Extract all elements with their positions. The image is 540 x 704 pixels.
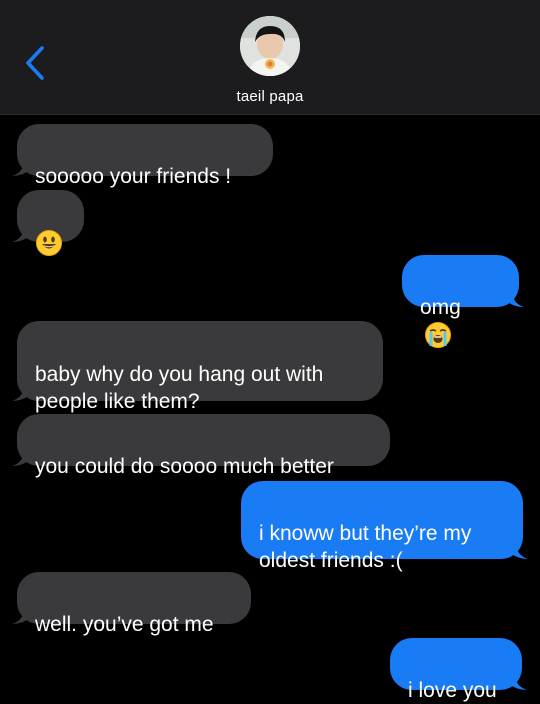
back-button[interactable] — [14, 38, 54, 88]
message-text: omg — [420, 296, 461, 319]
message-text: i love you — [408, 679, 497, 702]
bubble-tail — [12, 156, 30, 176]
incoming-message-bubble[interactable]: you could do soooo much better — [12, 414, 390, 478]
bubble-tail — [509, 670, 527, 690]
message-text: you could do soooo much better — [35, 455, 334, 478]
outgoing-message-bubble[interactable]: i love you — [390, 638, 527, 702]
incoming-message-bubble[interactable]: well. you’ve got me — [12, 572, 251, 636]
outgoing-message-bubble[interactable]: omg — [402, 255, 524, 349]
contact-name[interactable]: taeil papa — [0, 88, 540, 105]
conversation-header: taeil papa — [0, 0, 540, 115]
chevron-left-icon — [26, 46, 44, 80]
bubble-tail — [12, 446, 30, 466]
message-text: sooooo your friends ! — [35, 165, 232, 188]
smiley-face-icon — [36, 230, 62, 257]
bubble-tail — [506, 287, 524, 307]
loudly-crying-face-icon — [425, 322, 451, 349]
message-text: i knoww but they’re my oldest friends :( — [259, 522, 472, 572]
bubble-tail — [510, 539, 528, 559]
bubble-tail — [12, 222, 30, 242]
message-text: well. you’ve got me — [35, 613, 214, 636]
contact-photo — [240, 16, 300, 76]
incoming-message-bubble[interactable]: baby why do you hang out with people lik… — [12, 321, 383, 413]
contact-avatar[interactable] — [240, 16, 300, 76]
incoming-message-bubble[interactable] — [12, 190, 84, 257]
bubble-tail — [12, 381, 30, 401]
bubble-tail — [12, 604, 30, 624]
outgoing-message-bubble[interactable]: i knoww but they’re my oldest friends :( — [241, 481, 528, 572]
message-text: baby why do you hang out with people lik… — [35, 363, 324, 413]
incoming-message-bubble[interactable]: sooooo your friends ! — [12, 124, 273, 188]
